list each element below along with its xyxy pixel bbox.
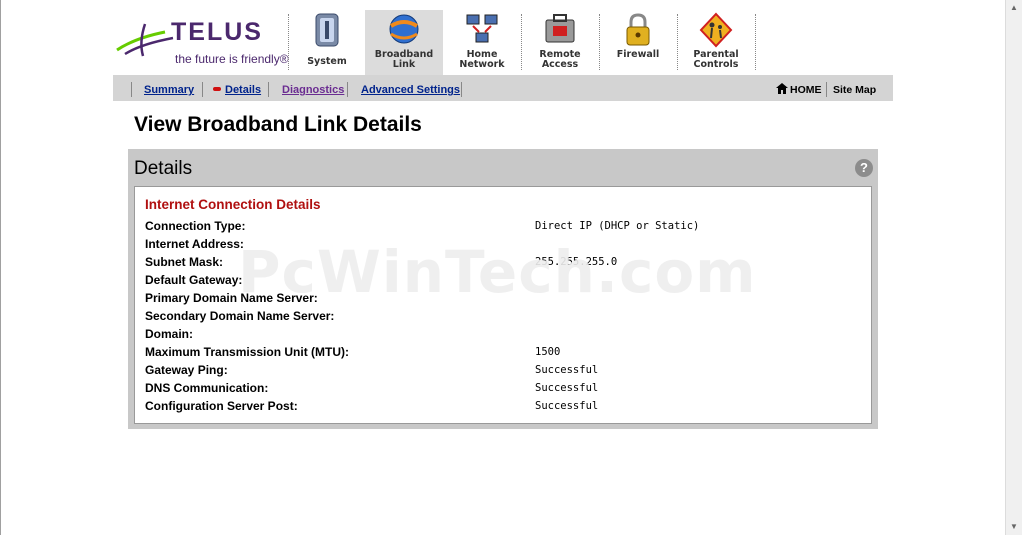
subnav-separator xyxy=(347,82,348,97)
row-label: Subnet Mask: xyxy=(145,255,224,269)
subnav-separator xyxy=(268,82,269,97)
parental-sign-icon xyxy=(699,12,733,48)
panel-title: Details xyxy=(134,158,193,179)
subnav-diagnostics-link[interactable]: Diagnostics xyxy=(282,84,344,96)
row-value: 1500 xyxy=(535,346,561,358)
row-value: Successful xyxy=(535,400,599,412)
subnav-separator xyxy=(202,82,203,97)
nav-home-network-label-2: Network xyxy=(459,59,505,70)
subnav-details-link[interactable]: Details xyxy=(225,84,261,96)
nav-firewall-label: Firewall xyxy=(616,49,660,60)
vertical-scrollbar[interactable]: ▲ ▼ xyxy=(1005,0,1022,535)
current-page-indicator-icon xyxy=(213,87,221,91)
remote-access-toolbox-icon xyxy=(545,14,575,43)
subnav-advanced-settings-link[interactable]: Advanced Settings xyxy=(361,84,460,96)
row-label: Secondary Domain Name Server: xyxy=(145,309,335,323)
nav-broadband-link[interactable]: Broadband Link xyxy=(365,10,443,75)
brand-name: TELUS xyxy=(171,18,263,46)
row-label: Configuration Server Post: xyxy=(145,399,298,413)
row-value: Direct IP (DHCP or Static) xyxy=(535,220,700,232)
broadband-globe-icon xyxy=(389,14,419,44)
section-title: Internet Connection Details xyxy=(145,197,321,212)
network-computers-icon xyxy=(466,14,498,43)
padlock-icon xyxy=(626,13,650,46)
row-label: Default Gateway: xyxy=(145,273,243,287)
nav-system-label: System xyxy=(307,56,347,67)
subnav-separator xyxy=(461,82,462,97)
row-value: 255.255.255.0 xyxy=(535,256,618,268)
nav-remote-access[interactable]: Remote Access xyxy=(521,10,599,75)
telus-swoosh-icon xyxy=(116,23,174,57)
row-label: Gateway Ping: xyxy=(145,363,228,377)
row-label: Primary Domain Name Server: xyxy=(145,291,318,305)
site-map-link[interactable]: Site Map xyxy=(833,84,876,96)
row-value: Successful xyxy=(535,364,599,376)
nav-separator xyxy=(755,14,756,70)
subnav-summary-link[interactable]: Summary xyxy=(144,84,194,96)
page-title: View Broadband Link Details xyxy=(134,113,422,136)
row-label: Domain: xyxy=(145,327,193,341)
sub-navigation-bar: Summary Details Diagnostics Advanced Set… xyxy=(113,75,893,101)
nav-home-network[interactable]: Home Network xyxy=(443,10,521,75)
nav-system[interactable]: System xyxy=(288,10,366,75)
row-label: Maximum Transmission Unit (MTU): xyxy=(145,345,350,359)
home-icon[interactable] xyxy=(776,83,788,94)
row-value: Successful xyxy=(535,382,599,394)
telus-logo[interactable]: TELUS the future is friendly® xyxy=(115,14,289,69)
nav-broadband-label-2: Link xyxy=(392,59,416,70)
system-icon xyxy=(315,13,339,47)
help-icon[interactable]: ? xyxy=(855,159,873,177)
details-panel: Details ? Internet Connection Details Co… xyxy=(128,149,878,429)
subnav-separator xyxy=(826,82,827,97)
nav-firewall[interactable]: Firewall xyxy=(599,10,677,75)
scroll-up-arrow-icon[interactable]: ▲ xyxy=(1009,3,1019,13)
home-link[interactable]: HOME xyxy=(790,84,822,96)
row-label: Connection Type: xyxy=(145,219,246,233)
details-content-box: Internet Connection Details Connection T… xyxy=(134,186,872,424)
brand-tagline: the future is friendly® xyxy=(175,52,289,66)
subnav-separator xyxy=(131,82,132,97)
window-left-border xyxy=(0,0,1,535)
row-label: Internet Address: xyxy=(145,237,244,251)
row-label: DNS Communication: xyxy=(145,381,269,395)
nav-remote-access-label-2: Access xyxy=(541,59,579,70)
nav-parental-controls[interactable]: Parental Controls xyxy=(677,10,755,75)
nav-parental-label-2: Controls xyxy=(693,59,739,70)
scroll-down-arrow-icon[interactable]: ▼ xyxy=(1009,522,1019,532)
